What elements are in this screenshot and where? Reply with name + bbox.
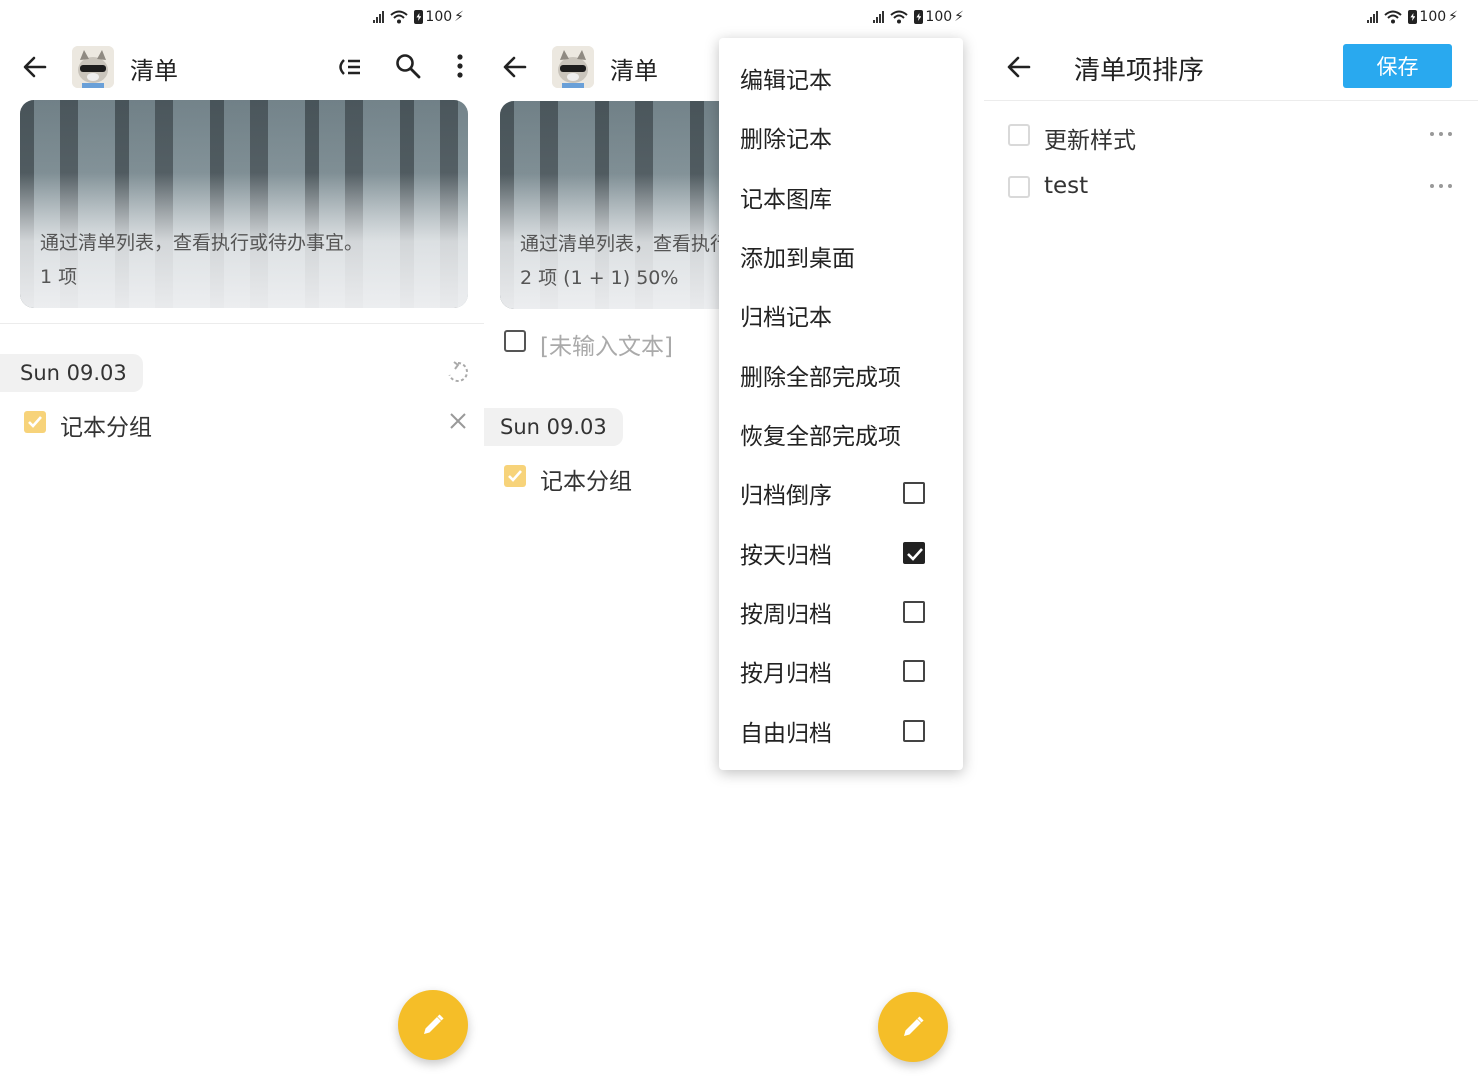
more-horiz-icon[interactable] (1430, 183, 1452, 189)
battery-level: 100 (925, 9, 953, 25)
page-title: 清单 (130, 57, 178, 85)
avatar[interactable] (552, 46, 594, 88)
notebook-banner[interactable]: 通过清单列表，查看执行或待办事宜。 1 项 (20, 100, 468, 308)
battery-icon (1408, 10, 1418, 24)
menu-checkbox-checked[interactable] (903, 541, 925, 564)
menu-item-label: 按月归档 (740, 660, 832, 687)
menu-item-free-archive[interactable]: 自由归档 (719, 701, 963, 760)
menu-item-add-to-desktop[interactable]: 添加到桌面 (719, 226, 963, 285)
banner-count: 1 项 (40, 266, 78, 288)
divider (0, 323, 484, 324)
check-icon (907, 547, 923, 561)
menu-item-archive-by-day[interactable]: 按天归档 (719, 523, 963, 582)
battery-indicator: 100 ⚡ (1408, 9, 1458, 25)
group-checkbox[interactable] (24, 411, 46, 433)
menu-item-label: 按天归档 (740, 542, 832, 569)
group-checkbox[interactable] (504, 465, 526, 487)
menu-item-archive-notebook[interactable]: 归档记本 (719, 285, 963, 344)
notebook-list-screen: 100 ⚡ 清单 通过清单列表，查看执行或待办事宜。 1 项 Sun 09.03 … (0, 0, 484, 1092)
empty-item-label[interactable]: [未输入文本] (540, 327, 673, 361)
item-checkbox[interactable] (1008, 124, 1030, 146)
more-horiz-icon[interactable] (1430, 131, 1452, 137)
sort-list-icon[interactable] (334, 53, 362, 81)
item-sort-screen: 100 ⚡ 清单项排序 保存 更新样式 test (984, 0, 1478, 1092)
menu-item-archive-by-week[interactable]: 按周归档 (719, 582, 963, 641)
menu-item-label: 恢复全部完成项 (740, 423, 901, 450)
battery-level: 100 (425, 9, 453, 25)
back-arrow-icon[interactable] (21, 53, 49, 81)
item-checkbox[interactable] (504, 330, 526, 352)
charging-icon: ⚡ (1448, 9, 1458, 25)
edit-fab-button[interactable] (878, 992, 948, 1062)
menu-item-archive-reverse[interactable]: 归档倒序 (719, 463, 963, 522)
signal-icon (373, 11, 385, 23)
menu-checkbox[interactable] (903, 719, 925, 742)
date-chip[interactable]: Sun 09.03 (484, 408, 623, 446)
save-button[interactable]: 保存 (1343, 44, 1452, 88)
menu-item-label: 归档记本 (740, 304, 832, 331)
menu-item-label: 编辑记本 (740, 67, 832, 94)
menu-item-label: 归档倒序 (740, 482, 832, 509)
menu-item-delete-notebook[interactable]: 删除记本 (719, 107, 963, 166)
menu-checkbox[interactable] (903, 481, 925, 504)
group-item-label[interactable]: 记本分组 (540, 462, 632, 496)
battery-icon (914, 10, 924, 24)
more-vert-icon[interactable] (446, 52, 474, 80)
wifi-icon (890, 10, 909, 24)
menu-item-label: 删除记本 (740, 126, 832, 153)
menu-item-restore-completed[interactable]: 恢复全部完成项 (719, 404, 963, 463)
overflow-menu: 编辑记本 删除记本 记本图库 添加到桌面 归档记本 删除全部完成项 恢复全部完成… (719, 38, 963, 770)
battery-icon (414, 10, 424, 24)
avatar[interactable] (72, 46, 114, 88)
battery-level: 100 (1419, 9, 1447, 25)
menu-item-notebook-gallery[interactable]: 记本图库 (719, 167, 963, 226)
raccoon-avatar-icon (72, 46, 114, 88)
sort-item-label[interactable]: test (1044, 173, 1088, 199)
close-icon[interactable] (448, 411, 468, 431)
item-checkbox[interactable] (1008, 176, 1030, 198)
pencil-icon (904, 1016, 924, 1036)
restore-icon[interactable] (446, 360, 470, 384)
menu-item-label: 自由归档 (740, 720, 832, 747)
menu-checkbox[interactable] (903, 600, 925, 623)
app-bar: 清单 (0, 40, 484, 94)
raccoon-avatar-icon (552, 46, 594, 88)
banner-description: 通过清单列表，查看执行或待办事宜。 (40, 232, 364, 254)
wifi-icon (1384, 10, 1403, 24)
charging-icon: ⚡ (454, 9, 464, 25)
pencil-icon (424, 1014, 444, 1034)
menu-item-delete-completed[interactable]: 删除全部完成项 (719, 345, 963, 404)
back-arrow-icon[interactable] (1005, 53, 1033, 81)
notebook-menu-screen: 100 ⚡ 清单 通过清单列表，查看执行或待办事宜。 2 项 (1 + 1) 50… (484, 0, 984, 1092)
divider (984, 100, 1478, 101)
menu-item-edit-notebook[interactable]: 编辑记本 (719, 48, 963, 107)
menu-item-label: 记本图库 (740, 186, 832, 213)
signal-icon (1367, 11, 1379, 23)
back-arrow-icon[interactable] (501, 53, 529, 81)
banner-image (20, 100, 468, 308)
check-icon (28, 416, 42, 428)
status-bar: 100 ⚡ (373, 6, 464, 28)
signal-icon (873, 11, 885, 23)
status-bar: 100 ⚡ (1367, 6, 1458, 28)
battery-indicator: 100 ⚡ (414, 9, 464, 25)
page-title: 清单 (610, 57, 658, 85)
wifi-icon (390, 10, 409, 24)
date-chip[interactable]: Sun 09.03 (0, 354, 143, 392)
banner-count: 2 项 (1 + 1) 50% (520, 267, 679, 289)
charging-icon: ⚡ (954, 9, 964, 25)
group-item-label[interactable]: 记本分组 (60, 408, 152, 442)
sort-item-label[interactable]: 更新样式 (1044, 121, 1136, 155)
menu-item-archive-by-month[interactable]: 按月归档 (719, 641, 963, 700)
menu-item-label: 添加到桌面 (740, 245, 855, 272)
search-icon[interactable] (394, 52, 422, 80)
check-icon (508, 470, 522, 482)
menu-item-label: 按周归档 (740, 601, 832, 628)
edit-fab-button[interactable] (398, 990, 468, 1060)
page-title: 清单项排序 (1074, 56, 1205, 86)
menu-checkbox[interactable] (903, 659, 925, 682)
status-bar: 100 ⚡ (873, 6, 964, 28)
battery-indicator: 100 ⚡ (914, 9, 964, 25)
menu-item-label: 删除全部完成项 (740, 364, 901, 391)
